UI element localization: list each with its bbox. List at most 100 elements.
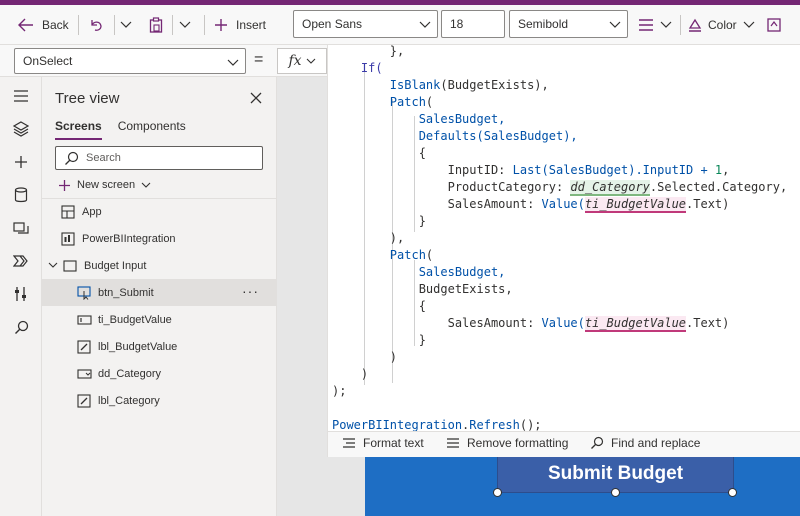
toolbar-divider — [204, 15, 205, 35]
tree-search-input[interactable]: Search — [55, 146, 263, 170]
find-replace-button[interactable]: Find and replace — [590, 436, 700, 450]
screen-icon — [62, 259, 78, 273]
code-line: ProductCategory: dd_Category.Selected.Ca… — [447, 180, 788, 196]
tab-components[interactable]: Components — [118, 119, 186, 140]
chevron-down-icon[interactable] — [48, 262, 58, 269]
code-line: } — [418, 333, 426, 347]
insert-rail-button[interactable] — [11, 152, 31, 172]
tree-node-powerbiintegration[interactable]: PowerBIIntegration — [42, 225, 277, 252]
align-button[interactable] — [638, 5, 672, 45]
equals-sign: = — [254, 51, 264, 68]
power-automate-button[interactable] — [11, 251, 31, 271]
code-line: If( — [360, 61, 383, 75]
remove-formatting-icon — [447, 438, 459, 448]
data-button[interactable] — [11, 185, 31, 205]
back-arrow-icon — [18, 18, 33, 32]
property-value: OnSelect — [23, 54, 73, 68]
media-icon — [13, 222, 29, 234]
paste-dropdown-button[interactable] — [179, 5, 191, 45]
code-line: ); — [332, 384, 347, 398]
formula-editor[interactable]: }, If( IsBlank(BudgetExists), Patch( Sal… — [327, 45, 800, 431]
search-placeholder: Search — [86, 152, 121, 164]
code-line: ), — [389, 231, 405, 245]
chevron-down-icon — [179, 21, 191, 28]
tree-node-budget-input[interactable]: Budget Input — [42, 252, 277, 279]
tree-node-dd-category[interactable]: dd_Category — [42, 360, 277, 387]
text-input-icon — [76, 313, 92, 327]
color-button[interactable]: Color — [688, 5, 755, 45]
toolbar-divider — [172, 15, 173, 35]
app-icon — [60, 204, 76, 219]
advanced-tools-button[interactable] — [11, 284, 31, 304]
tree-view-panel: Tree view Screens Components Search New … — [42, 77, 277, 516]
search-rail-button[interactable] — [11, 317, 31, 337]
insert-button[interactable]: Insert — [214, 5, 266, 45]
tab-screens[interactable]: Screens — [55, 119, 102, 140]
tree-node-label: ti_BudgetValue — [98, 313, 172, 326]
format-text-button[interactable]: Format text — [342, 436, 424, 450]
color-label: Color — [708, 18, 737, 32]
tree-node-lbl-budgetvalue[interactable]: lbl_BudgetValue — [42, 333, 277, 360]
code-line: Defaults(SalesBudget), — [418, 129, 578, 143]
code-line: }, — [389, 45, 405, 58]
find-replace-label: Find and replace — [611, 436, 701, 450]
font-size-input[interactable]: 18 — [441, 10, 505, 38]
media-button[interactable] — [11, 218, 31, 238]
layers-icon — [13, 121, 29, 137]
search-icon — [591, 436, 604, 449]
chevron-down-icon — [419, 21, 431, 28]
hamburger-icon — [14, 90, 28, 102]
tree-node-btn-submit[interactable]: btn_Submit ··· — [42, 279, 277, 306]
chevron-down-icon — [306, 58, 315, 64]
code-line: Patch( — [389, 248, 434, 262]
resize-handle[interactable] — [493, 488, 502, 497]
tree-node-ti-budgetvalue[interactable]: ti_BudgetValue — [42, 306, 277, 333]
undo-dropdown-button[interactable] — [120, 5, 132, 45]
tree-node-label: dd_Category — [98, 367, 161, 380]
fx-button[interactable]: fx — [277, 48, 327, 74]
toolbar-divider — [78, 15, 79, 35]
clipboard-icon — [149, 17, 163, 33]
remove-formatting-button[interactable]: Remove formatting — [446, 436, 568, 450]
undo-icon — [91, 20, 102, 31]
format-text-label: Format text — [363, 436, 424, 450]
plus-icon — [15, 156, 27, 168]
format-text-icon — [343, 438, 355, 448]
tree-view-button[interactable] — [11, 119, 31, 139]
color-fill-icon — [688, 18, 702, 32]
tools-icon — [15, 287, 26, 301]
code-line: IsBlank(BudgetExists), — [389, 78, 549, 92]
more-options-icon[interactable]: ··· — [242, 283, 259, 299]
font-size-value: 18 — [450, 17, 464, 31]
button-control-icon — [76, 285, 92, 300]
toolbar-divider — [114, 15, 115, 35]
back-button[interactable]: Back — [18, 5, 69, 45]
font-weight-select[interactable]: Semibold — [509, 10, 628, 38]
new-screen-button[interactable]: New screen — [58, 176, 151, 194]
chevron-down-icon — [141, 182, 151, 188]
plus-icon — [59, 179, 70, 191]
border-button[interactable] — [766, 5, 782, 45]
close-icon[interactable] — [248, 90, 264, 106]
code-line: ) — [389, 350, 398, 364]
tree-node-label: PowerBIIntegration — [82, 232, 176, 245]
tree-node-label: btn_Submit — [98, 286, 154, 299]
tree-node-label: lbl_BudgetValue — [98, 340, 178, 353]
fx-label: fx — [288, 53, 302, 69]
hamburger-menu-button[interactable] — [11, 86, 31, 106]
chevron-down-icon — [227, 59, 239, 66]
code-line: SalesBudget, — [418, 265, 506, 279]
paste-button[interactable] — [148, 5, 164, 45]
back-label: Back — [42, 18, 69, 32]
tree-tabs: Screens Components — [55, 119, 186, 140]
font-family-select[interactable]: Open Sans — [293, 10, 438, 38]
undo-button[interactable] — [88, 5, 104, 45]
align-icon — [639, 19, 653, 31]
property-select[interactable]: OnSelect — [14, 48, 246, 74]
tree-node-lbl-category[interactable]: lbl_Category — [42, 387, 277, 414]
insert-label: Insert — [236, 18, 267, 32]
new-screen-label: New screen — [77, 179, 136, 191]
resize-handle[interactable] — [728, 488, 737, 497]
resize-handle[interactable] — [611, 488, 620, 497]
tree-node-app[interactable]: App — [42, 198, 277, 225]
